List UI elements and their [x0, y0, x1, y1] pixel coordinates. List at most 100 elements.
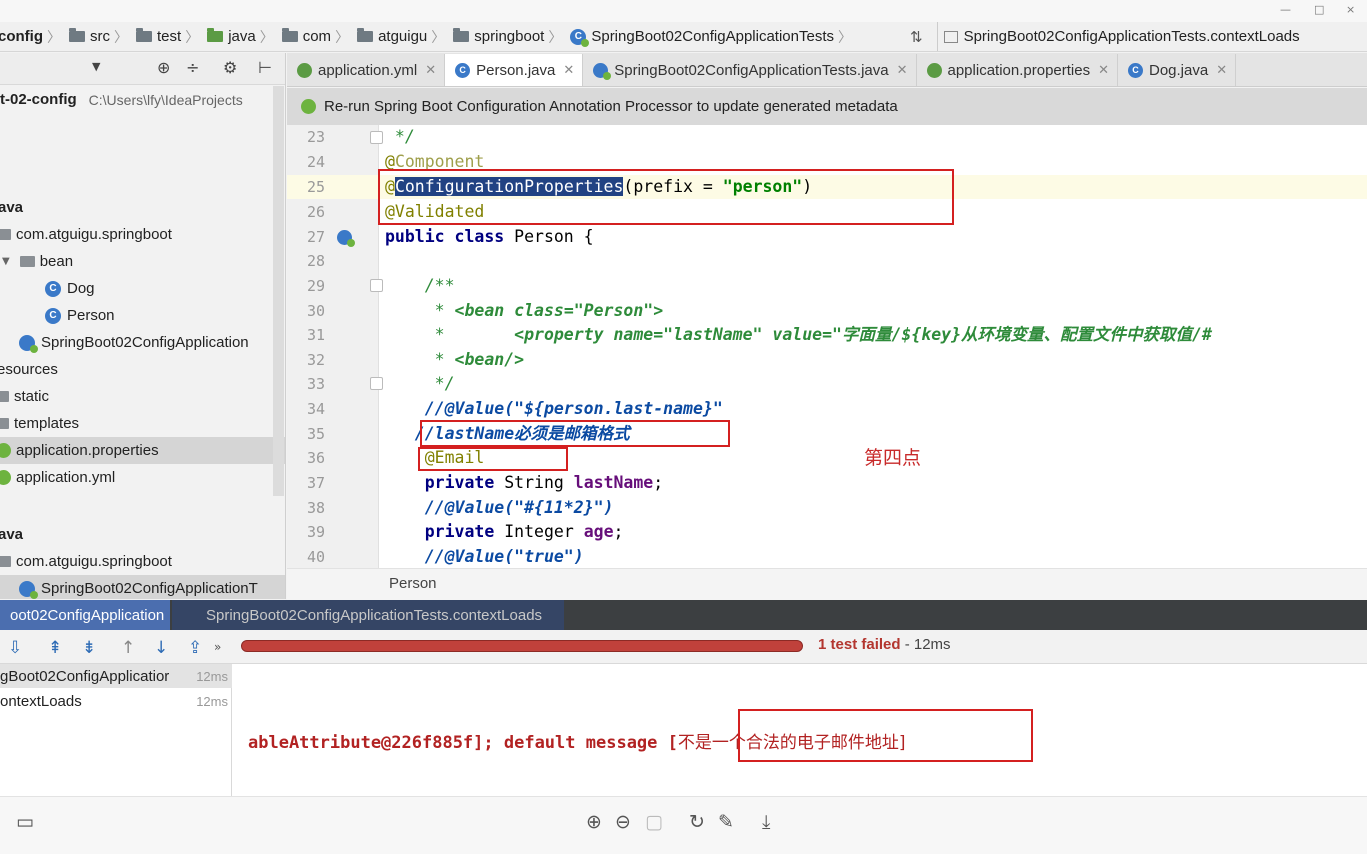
- breadcrumb-item[interactable]: com 〉: [274, 22, 349, 51]
- sort-icon[interactable]: ⇩: [8, 638, 22, 658]
- test-results-tree: gBoot02ConfigApplicatior 12ms ontextLoads…: [0, 664, 232, 796]
- tree-item[interactable]: application.yml: [0, 464, 285, 491]
- collapse-all-icon[interactable]: ⇟: [82, 638, 96, 658]
- breadcrumb-item[interactable]: atguigu 〉: [349, 22, 445, 51]
- tree-item[interactable]: C Person: [0, 302, 285, 329]
- tree-item[interactable]: C Dog: [0, 275, 285, 302]
- edit-icon[interactable]: ✎: [718, 811, 734, 833]
- code-line-32: * <bean/>: [385, 350, 525, 369]
- breadcrumb-item[interactable]: src 〉: [61, 22, 128, 51]
- tree-item[interactable]: ▼ bean: [0, 248, 285, 275]
- rotate-icon[interactable]: ↻: [689, 811, 705, 833]
- console-output[interactable]: ableAttribute@226f885f]; default message…: [232, 664, 1367, 796]
- expand-all-icon[interactable]: ⇞: [48, 638, 62, 658]
- code-line-23: */: [385, 127, 415, 146]
- run-tabs: oot02ConfigApplication SpringBoot02Confi…: [0, 600, 1367, 630]
- breadcrumb-item[interactable]: java 〉: [199, 22, 274, 51]
- tree-item[interactable]: SpringBoot02ConfigApplication: [0, 329, 285, 356]
- spring-bean-gutter-icon[interactable]: [337, 230, 355, 247]
- class-icon: C: [45, 280, 61, 297]
- folder-icon: [0, 391, 9, 402]
- highlight-box-error: [738, 709, 1033, 762]
- source-folder-icon: [207, 28, 224, 42]
- class-icon: C: [1128, 62, 1143, 78]
- run-tab-context-loads[interactable]: SpringBoot02ConfigApplicationTests.conte…: [172, 600, 564, 630]
- next-icon[interactable]: ↓: [154, 638, 168, 658]
- test-case-row[interactable]: ontextLoads 12ms: [0, 689, 232, 713]
- fold-icon[interactable]: [370, 131, 383, 144]
- test-suite-row[interactable]: gBoot02ConfigApplicatior 12ms: [0, 664, 232, 688]
- run-config-selector[interactable]: SpringBoot02ConfigApplicationTests.conte…: [936, 22, 1300, 51]
- line-number: 28: [306, 252, 325, 270]
- sort-icon[interactable]: ⇅: [910, 22, 923, 51]
- fold-icon[interactable]: [370, 279, 383, 292]
- close-tab-icon[interactable]: ✕: [425, 62, 436, 78]
- code-editor[interactable]: 23 24 25 26 27 28 29 30 31 32 33 34 35 36 37 38 39 40 */ …: [287, 125, 1367, 568]
- breadcrumb-item[interactable]: C SpringBoot02ConfigApplicationTests 〉: [562, 22, 852, 51]
- download-icon[interactable]: ⤓: [762, 811, 770, 833]
- breadcrumb-item[interactable]: config 〉: [0, 22, 61, 51]
- project-toolbar: ▼ ⊕ ÷ ⚙ ⊢: [0, 53, 285, 85]
- folder-icon: [69, 28, 85, 42]
- package-icon: [453, 28, 470, 42]
- line-number: 39: [306, 523, 325, 541]
- spring-leaf-icon: [301, 99, 316, 114]
- tree-item[interactable]: esources: [0, 356, 285, 383]
- code-line-33: */: [385, 374, 455, 393]
- properties-file-icon: [926, 62, 942, 78]
- tree-item[interactable]: ava: [0, 521, 285, 548]
- tab-tests-java[interactable]: SpringBoot02ConfigApplicationTests.java ✕: [583, 54, 917, 86]
- minimize-button[interactable]: —: [1280, 3, 1291, 16]
- sync-icon[interactable]: ⊕: [157, 58, 170, 77]
- tab-person-java[interactable]: C Person.java ✕: [445, 54, 584, 86]
- line-number: 26: [306, 203, 325, 221]
- actual-size-icon[interactable]: ▢: [645, 811, 663, 833]
- project-root[interactable]: t-02-config C:\Users\lfy\IdeaProjects: [0, 86, 285, 113]
- close-tab-icon[interactable]: ✕: [563, 62, 574, 78]
- code-line-30: * <bean class="Person">: [385, 301, 664, 320]
- line-number: 29: [306, 277, 325, 295]
- zoom-out-icon[interactable]: ⊖: [615, 811, 631, 833]
- line-number: 32: [306, 351, 325, 369]
- export-icon[interactable]: ⇪: [188, 638, 202, 658]
- breadcrumb-item[interactable]: springboot 〉: [445, 22, 562, 51]
- tree-item[interactable]: templates: [0, 410, 285, 437]
- code-line-39: private Integer age;: [385, 522, 624, 541]
- tab-application-yml[interactable]: application.yml ✕: [287, 54, 446, 86]
- editor-breadcrumb-item[interactable]: Person: [389, 575, 437, 592]
- project-scrollbar[interactable]: [273, 86, 284, 496]
- code-line-38: //@Value("#{11*2}"): [385, 498, 614, 517]
- close-tab-icon[interactable]: ✕: [897, 62, 908, 78]
- tree-item[interactable]: application.properties: [0, 437, 285, 464]
- fold-icon[interactable]: [370, 377, 383, 390]
- hide-panel-icon[interactable]: ⊢: [258, 58, 272, 77]
- previous-icon[interactable]: ↑: [121, 638, 135, 658]
- tree-item[interactable]: SpringBoot02ConfigApplicationT: [0, 575, 285, 599]
- line-number: 38: [306, 499, 325, 517]
- close-tab-icon[interactable]: ✕: [1098, 62, 1109, 78]
- panel-toggle-icon[interactable]: ▭: [16, 811, 34, 833]
- breadcrumb-item[interactable]: test 〉: [128, 22, 199, 51]
- close-tab-icon[interactable]: ✕: [1216, 62, 1227, 78]
- tab-application-properties[interactable]: application.properties ✕: [916, 54, 1118, 86]
- close-window-button[interactable]: ×: [1346, 3, 1355, 16]
- highlight-box-comment: [420, 420, 730, 447]
- yaml-file-icon: [297, 62, 312, 78]
- tree-item[interactable]: ava: [0, 194, 285, 221]
- zoom-in-icon[interactable]: ⊕: [586, 811, 602, 833]
- tab-dog-java[interactable]: C Dog.java ✕: [1118, 54, 1237, 86]
- window-titlebar: — □ ×: [0, 0, 1367, 22]
- view-dropdown-icon[interactable]: ▼: [92, 60, 100, 73]
- tree-item[interactable]: com.atguigu.springboot: [0, 548, 285, 575]
- tree-item[interactable]: static: [0, 383, 285, 410]
- yaml-file-icon: [0, 470, 11, 485]
- line-number: 37: [306, 474, 325, 492]
- gear-icon[interactable]: ⚙: [223, 58, 237, 77]
- run-tab-application[interactable]: oot02ConfigApplication: [0, 600, 170, 630]
- more-icon[interactable]: »: [214, 640, 221, 654]
- code-line-27: public class Person {: [385, 227, 594, 246]
- collapse-icon[interactable]: ÷: [186, 58, 199, 77]
- maximize-button[interactable]: □: [1314, 3, 1324, 16]
- tree-item[interactable]: com.atguigu.springboot: [0, 221, 285, 248]
- highlight-box-email: [418, 447, 568, 471]
